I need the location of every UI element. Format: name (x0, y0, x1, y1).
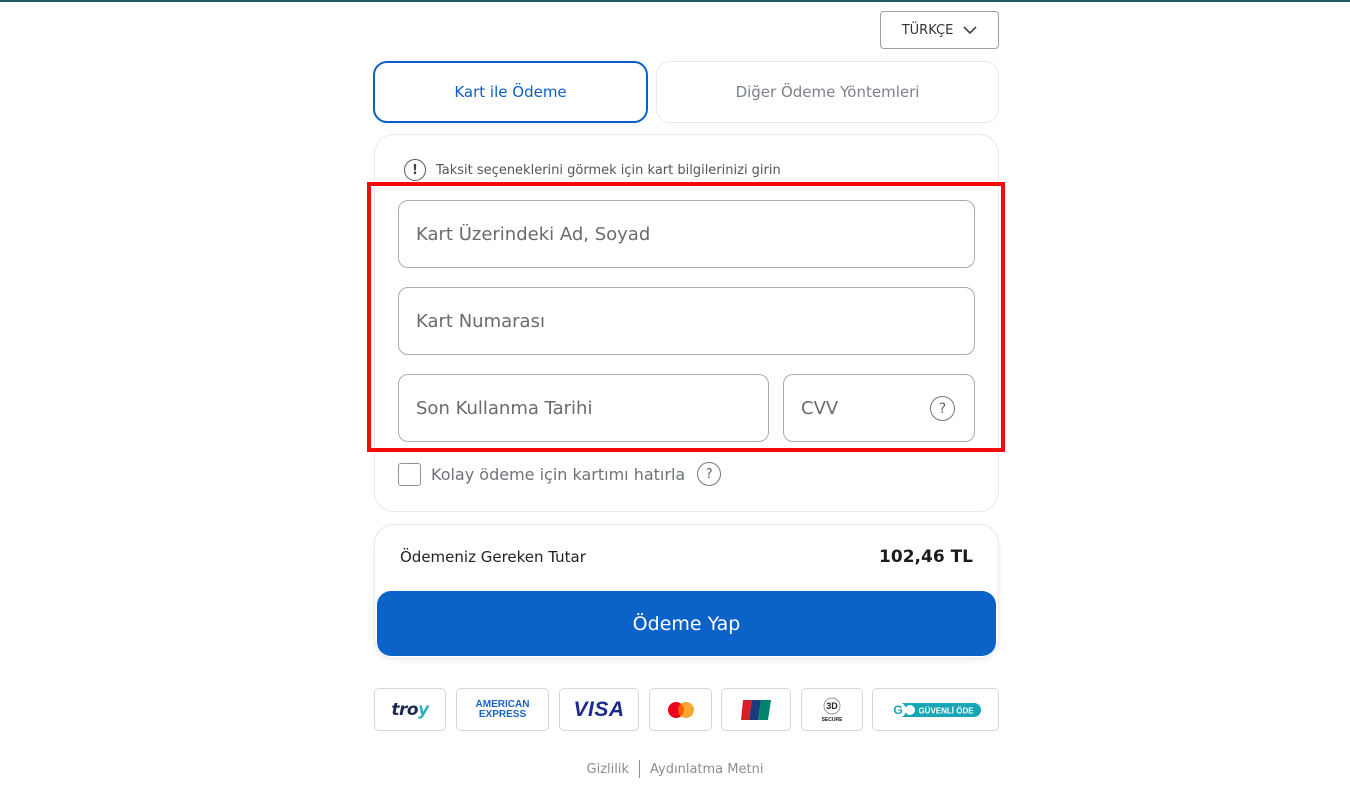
pay-button[interactable]: Ödeme Yap (377, 591, 996, 656)
tab-other-payment-methods-label: Diğer Ödeme Yöntemleri (735, 83, 920, 101)
chevron-down-icon (963, 25, 977, 34)
cvv-input[interactable] (801, 397, 901, 419)
privacy-link[interactable]: Gizlilik (587, 762, 630, 777)
card-name-input[interactable] (416, 223, 974, 245)
footer-links: Gizlilik Aydınlatma Metni (0, 759, 1350, 779)
remember-card-label[interactable]: Kolay ödeme için kartımı hatırla (431, 465, 685, 484)
svg-text:G: G (893, 703, 902, 717)
mastercard-logo (649, 688, 712, 731)
remember-help-icon[interactable]: ? (697, 462, 722, 486)
amex-logo-line1: AMERICAN (475, 698, 530, 710)
amex-logo: AMERICAN EXPRESS (456, 688, 549, 731)
tab-other-payment-methods[interactable]: Diğer Ödeme Yöntemleri (656, 61, 999, 123)
unionpay-icon (741, 699, 771, 720)
visa-logo-text: VISA (573, 697, 625, 721)
total-label: Ödemeniz Gereken Tutar (400, 548, 586, 566)
tab-card-payment[interactable]: Kart ile Ödeme (373, 61, 648, 123)
troy-logo: tro y (374, 688, 446, 731)
3d-secure-subtext: SECURE (822, 717, 844, 723)
language-selector[interactable]: TÜRKÇE (880, 11, 999, 49)
go-secure-badge: G GÜVENLİ ÖDE (889, 701, 981, 718)
card-number-input[interactable] (416, 310, 974, 332)
cvv-help-icon[interactable]: ? (930, 396, 955, 421)
expiry-date-input[interactable] (416, 397, 768, 419)
language-label: TÜRKÇE (901, 22, 954, 38)
footer-divider (639, 760, 641, 778)
remember-card-checkbox[interactable] (398, 462, 421, 486)
installment-info-text: Taksit seçeneklerini görmek için kart bi… (436, 162, 781, 178)
mastercard-icon (667, 701, 694, 718)
tab-card-payment-label: Kart ile Ödeme (454, 83, 567, 101)
go-badge-text: GÜVENLİ ÖDE (918, 706, 974, 715)
troy-logo-text: tro (391, 699, 419, 720)
amex-logo-line2: EXPRESS (478, 708, 527, 720)
card-number-field[interactable] (398, 287, 975, 355)
visa-logo: VISA (559, 688, 639, 731)
3d-secure-logo: 3D SECURE (801, 688, 863, 731)
unionpay-logo (721, 688, 791, 731)
3d-secure-text: 3D (826, 701, 838, 711)
installment-info: ! Taksit seçeneklerini görmek için kart … (404, 158, 781, 182)
pay-button-label: Ödeme Yap (632, 612, 741, 635)
info-icon: ! (404, 159, 426, 181)
go-secure-pay-logo: G GÜVENLİ ÖDE (872, 688, 999, 731)
total-amount: 102,46 TL (879, 547, 973, 567)
3d-secure-icon: 3D SECURE (822, 697, 844, 723)
cvv-field[interactable]: ? (783, 374, 975, 442)
card-name-field[interactable] (398, 200, 975, 268)
disclosure-link[interactable]: Aydınlatma Metni (650, 762, 763, 777)
top-accent-line (0, 0, 1350, 2)
remember-card-row: Kolay ödeme için kartımı hatırla ? (398, 462, 722, 486)
expiry-date-field[interactable] (398, 374, 769, 442)
troy-logo-accent: y (418, 699, 429, 720)
